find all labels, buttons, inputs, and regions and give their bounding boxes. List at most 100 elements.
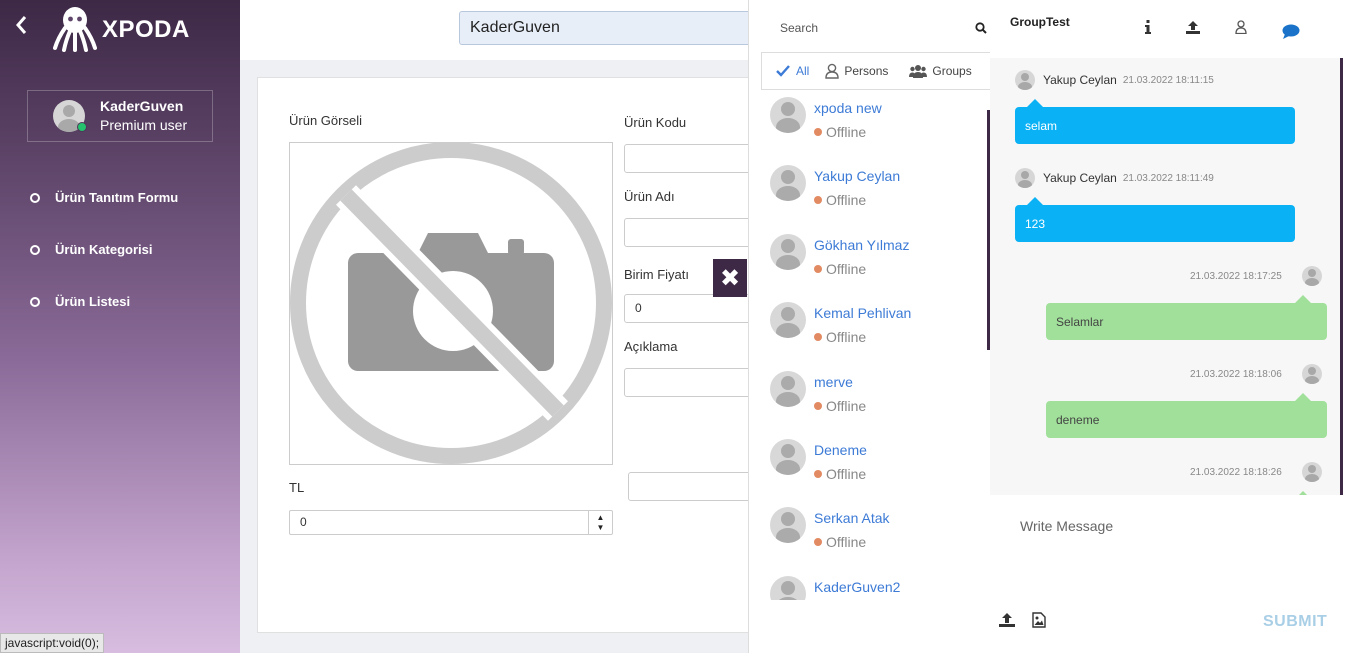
app-logo[interactable]: XPODA — [52, 4, 190, 52]
contact-name[interactable]: Yakup Ceylan — [814, 167, 900, 185]
avatar-icon — [1015, 70, 1035, 90]
contact-item[interactable]: xpoda new Offline — [770, 97, 882, 140]
upload-file-icon[interactable] — [999, 612, 1015, 631]
unit-price-input[interactable]: 0 — [624, 294, 758, 323]
global-search-input[interactable]: KaderGuven — [459, 11, 759, 45]
contact-filter-tabs: All Persons Groups — [761, 52, 991, 90]
contact-item[interactable]: Yakup Ceylan Offline — [770, 165, 900, 208]
submit-button[interactable]: SUBMIT — [1263, 613, 1327, 631]
offline-dot-icon — [814, 333, 822, 341]
nav-item-urun-tanitim-formu[interactable]: Ürün Tanıtım Formu — [30, 190, 178, 205]
message-bubble-incoming: selam — [1015, 99, 1295, 144]
message-meta: Yakup Ceylan 21.03.2022 18:11:15 — [1015, 70, 1214, 90]
spinner-arrows[interactable]: ▲ ▼ — [588, 511, 612, 534]
users-icon — [909, 65, 928, 78]
contact-item-clipped[interactable]: KaderGuven2 — [770, 576, 990, 600]
offline-dot-icon — [814, 265, 822, 273]
message-meta: 21.03.2022 18:18:06 — [1190, 364, 1322, 384]
currency-value: 0 — [300, 515, 307, 529]
avatar-icon — [770, 165, 806, 201]
nav-item-urun-listesi[interactable]: Ürün Listesi — [30, 294, 130, 309]
image-file-icon[interactable] — [1032, 612, 1046, 631]
contact-item[interactable]: Deneme Offline — [770, 439, 867, 482]
nav-item-label: Ürün Kategorisi — [55, 242, 153, 257]
offline-dot-icon — [814, 196, 822, 204]
message-time: 21.03.2022 18:17:25 — [1190, 270, 1282, 282]
message-author: Yakup Ceylan — [1043, 73, 1117, 87]
circle-bullet-icon — [30, 192, 40, 203]
user-icon[interactable] — [1235, 20, 1247, 37]
product-form: Ürün Görseli Ürün Kodu Ürün Adı Birim Fi… — [257, 77, 758, 633]
contact-name[interactable]: Deneme — [814, 441, 867, 459]
extra-input[interactable] — [628, 472, 758, 501]
sidebar: XPODA KaderGuven Premium user Ürün Tanıt… — [0, 0, 240, 653]
contact-search-input[interactable]: Search — [780, 21, 818, 35]
user-card[interactable]: KaderGuven Premium user — [27, 90, 213, 142]
message-bubble-incoming: 123 — [1015, 197, 1295, 242]
contact-name[interactable]: Kemal Pehlivan — [814, 304, 911, 322]
description-input[interactable] — [624, 368, 758, 397]
contact-name[interactable]: xpoda new — [814, 99, 882, 117]
upload-icon[interactable] — [1186, 20, 1200, 37]
contact-status: Offline — [814, 192, 900, 208]
tab-persons-label: Persons — [844, 64, 889, 78]
contact-name[interactable]: Gökhan Yılmaz — [814, 236, 909, 254]
tab-groups-label: Groups — [932, 64, 972, 78]
message-meta: 21.03.2022 18:17:25 — [1190, 266, 1322, 286]
chat-panel: GroupTest Yakup Ceylan 21.03.2022 18:11:… — [990, 0, 1366, 653]
person-icon — [825, 63, 840, 79]
name-label: Ürün Adı — [624, 189, 675, 204]
avatar-icon — [770, 234, 806, 270]
message-input[interactable]: Write Message — [1000, 505, 1350, 595]
description-label: Açıklama — [624, 339, 678, 354]
contact-item[interactable]: Kemal Pehlivan Offline — [770, 302, 911, 345]
message-time: 21.03.2022 18:18:26 — [1190, 466, 1282, 478]
offline-dot-icon — [814, 402, 822, 410]
nav-item-urun-kategorisi[interactable]: Ürün Kategorisi — [30, 242, 153, 257]
contact-item[interactable]: Serkan Atak Offline — [770, 507, 890, 550]
status-bar-link: javascript:void(0); — [0, 633, 105, 653]
avatar-icon — [770, 576, 806, 600]
user-name: KaderGuven — [100, 98, 184, 114]
contact-name[interactable]: merve — [814, 373, 866, 391]
contact-search[interactable]: Search — [764, 12, 993, 44]
tab-all[interactable]: All — [776, 64, 809, 78]
message-time: 21.03.2022 18:18:06 — [1190, 368, 1282, 380]
tab-all-label: All — [796, 64, 810, 78]
message-bubble-outgoing: deneme — [1046, 393, 1327, 438]
avatar-icon — [770, 97, 806, 133]
product-image-placeholder[interactable] — [289, 142, 613, 465]
product-code-input[interactable] — [624, 144, 758, 173]
contact-item[interactable]: Gökhan Yılmaz Offline — [770, 234, 909, 277]
spin-down-icon[interactable]: ▼ — [597, 523, 605, 533]
back-arrow-icon[interactable] — [14, 14, 28, 42]
contact-status: Offline — [814, 398, 866, 414]
message-time: 21.03.2022 18:11:49 — [1122, 172, 1214, 184]
logo-text: XPODA — [102, 16, 190, 43]
message-meta: 21.03.2022 18:18:26 — [1190, 462, 1322, 482]
contact-status: Offline — [814, 124, 882, 140]
contact-status: Offline — [814, 329, 911, 345]
chat-scrollbar[interactable] — [1340, 58, 1343, 495]
contact-status: Offline — [814, 466, 867, 482]
no-camera-icon — [290, 142, 612, 464]
avatar-icon — [770, 302, 806, 338]
image-label: Ürün Görseli — [289, 113, 362, 128]
spin-up-icon[interactable]: ▲ — [597, 513, 605, 523]
contact-name[interactable]: Serkan Atak — [814, 509, 890, 527]
octopus-logo-icon — [53, 7, 97, 52]
nav-item-label: Ürün Listesi — [55, 294, 131, 309]
product-name-input[interactable] — [624, 218, 758, 247]
chat-bubble-icon[interactable] — [1282, 24, 1300, 42]
close-icon[interactable]: ✖ — [713, 259, 747, 297]
currency-number-input[interactable]: 0 ▲ ▼ — [289, 510, 613, 535]
info-icon[interactable] — [1145, 20, 1151, 37]
tab-groups[interactable]: Groups — [909, 64, 972, 78]
user-role: Premium user — [100, 117, 188, 133]
search-icon[interactable] — [975, 22, 987, 34]
contact-status: Offline — [814, 534, 890, 550]
contact-name[interactable]: KaderGuven2 — [814, 578, 900, 596]
top-bar: KaderGuven — [240, 0, 759, 60]
contact-item[interactable]: merve Offline — [770, 371, 866, 414]
tab-persons[interactable]: Persons — [825, 63, 888, 79]
